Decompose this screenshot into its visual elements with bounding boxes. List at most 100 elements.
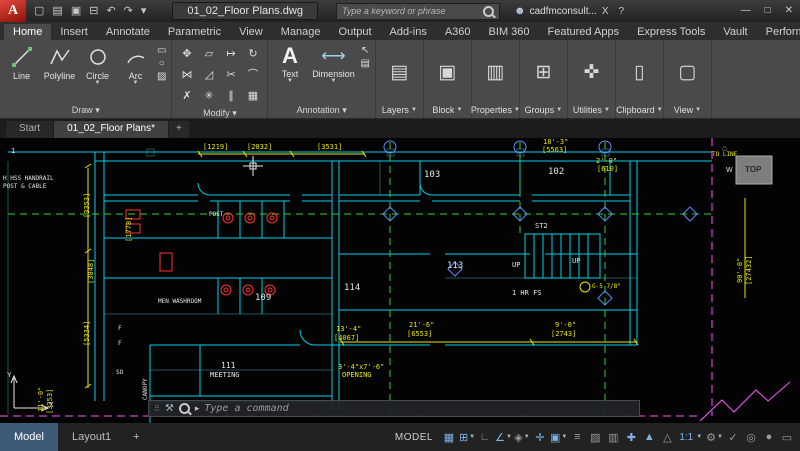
scale-button[interactable]: ◿: [198, 64, 219, 84]
chevron-down-icon[interactable]: ▼: [95, 81, 101, 86]
table-tool-icon[interactable]: ▤: [360, 59, 369, 69]
autoscale-icon[interactable]: △: [658, 427, 676, 447]
erase-button[interactable]: ✗: [176, 85, 197, 105]
ribbon-tab-vault[interactable]: Vault: [714, 24, 756, 40]
ribbon-tab-bim-360[interactable]: BIM 360: [480, 24, 539, 40]
minimize-button[interactable]: —: [734, 0, 758, 22]
rotate-button[interactable]: ↻: [242, 43, 263, 63]
file-tab-start[interactable]: Start: [6, 121, 53, 138]
ribbon-tab-view[interactable]: View: [230, 24, 272, 40]
chevron-down-icon[interactable]: ▼: [330, 79, 336, 84]
redo-icon[interactable]: ↷: [120, 0, 137, 22]
annotation-monitor-icon[interactable]: ✓: [724, 427, 742, 447]
ribbon-tab-add-ins[interactable]: Add-ins: [381, 24, 436, 40]
circle-button[interactable]: Circle ▼: [79, 42, 116, 105]
ribbon-tab-parametric[interactable]: Parametric: [159, 24, 230, 40]
line-button[interactable]: Line: [3, 42, 40, 105]
workspace-switching-icon[interactable]: ⚙▼: [705, 427, 724, 447]
layout-tab-model[interactable]: Model: [0, 423, 58, 451]
graphics-performance-icon[interactable]: ●: [760, 427, 778, 447]
clean-screen-icon[interactable]: ▭: [778, 427, 796, 447]
object-snap-icon[interactable]: ▣▼: [549, 427, 568, 447]
rectangle-tool-icon[interactable]: ▭: [157, 46, 166, 56]
ribbon-tab-output[interactable]: Output: [330, 24, 381, 40]
polar-tracking-icon[interactable]: ∠▼: [494, 427, 513, 447]
object-snap-tracking-icon[interactable]: ✛: [531, 427, 549, 447]
annotation-scale-button[interactable]: 1:1▼: [676, 432, 705, 443]
app-store-icon[interactable]: X: [597, 6, 614, 17]
fillet-button[interactable]: ⌒: [242, 64, 263, 84]
ribbon-tab-annotate[interactable]: Annotate: [97, 24, 159, 40]
clipboard-panel-button[interactable]: ▯Clipboard▼: [616, 40, 664, 118]
ribbon-tab-insert[interactable]: Insert: [51, 24, 97, 40]
ortho-icon[interactable]: ∟: [476, 427, 494, 447]
command-input[interactable]: Type a command: [204, 403, 288, 414]
customize-icon[interactable]: ⚒: [165, 403, 174, 414]
lineweight-icon[interactable]: ≡: [568, 427, 586, 447]
search-input[interactable]: Type a keyword or phrase: [336, 3, 500, 20]
viewcube-west-label[interactable]: W: [726, 167, 733, 174]
new-drawing-tab-button[interactable]: +: [169, 121, 189, 138]
offset-button[interactable]: ∥: [220, 85, 241, 105]
search-icon[interactable]: [483, 6, 494, 17]
stretch-button[interactable]: ↦: [220, 43, 241, 63]
ribbon-tab-manage[interactable]: Manage: [272, 24, 330, 40]
close-button[interactable]: ✕: [778, 0, 800, 22]
isometric-drafting-icon[interactable]: ◈▼: [513, 427, 531, 447]
open-file-icon[interactable]: ▤: [48, 0, 66, 22]
isolate-objects-icon[interactable]: ◎: [742, 427, 760, 447]
drag-handle-icon[interactable]: ⠿: [154, 404, 160, 413]
help-icon[interactable]: ?: [614, 6, 630, 17]
move-button[interactable]: ✥: [176, 43, 197, 63]
ellipse-tool-icon[interactable]: ○: [157, 59, 166, 69]
ribbon-tab-a360[interactable]: A360: [436, 24, 480, 40]
viewcube[interactable]: TOP: [745, 165, 761, 174]
drawing-canvas[interactable]: [1219][2032][3531]18'-3"[5563]2'-0"[610]…: [0, 138, 800, 423]
trim-button[interactable]: ✂: [220, 64, 241, 84]
app-menu-button[interactable]: A: [0, 0, 26, 22]
save-icon[interactable]: ▣: [67, 0, 85, 22]
properties-panel-button[interactable]: ▥Properties▼: [472, 40, 520, 118]
draw-panel-label[interactable]: Draw ▾: [0, 105, 171, 118]
maximize-button[interactable]: □: [758, 0, 778, 22]
command-line[interactable]: ⠿ ⚒ ▸ Type a command: [148, 400, 640, 417]
ribbon-tab-featured-apps[interactable]: Featured Apps: [539, 24, 629, 40]
layers-panel-button[interactable]: ▤Layers▼: [376, 40, 424, 118]
undo-icon[interactable]: ↶: [102, 0, 119, 22]
dynamic-input-icon[interactable]: ✚: [622, 427, 640, 447]
viewcube-home-icon[interactable]: ⌂: [722, 143, 727, 153]
dimension-button[interactable]: ⟷ Dimension ▼: [309, 42, 357, 105]
snap-icon[interactable]: ⊞▼: [458, 427, 476, 447]
selection-cycling-icon[interactable]: ▥: [604, 427, 622, 447]
block-panel-button[interactable]: ▣Block▼: [424, 40, 472, 118]
qat-menu-icon[interactable]: ▾: [137, 0, 151, 22]
polyline-button[interactable]: Polyline: [41, 42, 78, 105]
chevron-down-icon[interactable]: ▼: [287, 79, 293, 84]
signin-button[interactable]: ☻ cadfmconsult...: [514, 5, 597, 17]
leader-tool-icon[interactable]: ↖: [360, 46, 369, 56]
ribbon-tab-express-tools[interactable]: Express Tools: [628, 24, 714, 40]
new-layout-button[interactable]: +: [125, 423, 147, 451]
groups-panel-button[interactable]: ⊞Groups▼: [520, 40, 568, 118]
new-file-icon[interactable]: ▢: [30, 0, 48, 22]
mirror-button[interactable]: ⋈: [176, 64, 197, 84]
arc-button[interactable]: Arc ▼: [117, 42, 154, 105]
explode-button[interactable]: ✳: [198, 85, 219, 105]
copy-button[interactable]: ▱: [198, 43, 219, 63]
ribbon-tab-home[interactable]: Home: [4, 24, 51, 40]
hatch-tool-icon[interactable]: ▨: [157, 72, 166, 82]
annotation-visibility-icon[interactable]: ▲: [640, 427, 658, 447]
transparency-icon[interactable]: ▨: [586, 427, 604, 447]
text-button[interactable]: A Text ▼: [271, 42, 308, 105]
ribbon-tab-performance[interactable]: Performance: [757, 24, 800, 40]
chevron-down-icon[interactable]: ▼: [133, 81, 139, 86]
array-button[interactable]: ▦: [242, 85, 263, 105]
view-panel-button[interactable]: ▢View▼: [664, 40, 712, 118]
annotation-panel-label[interactable]: Annotation ▾: [268, 105, 374, 118]
utilities-panel-button[interactable]: ✜Utilities▼: [568, 40, 616, 118]
modify-panel-label[interactable]: Modify ▾: [172, 108, 267, 119]
file-tab-01-02-floor-plans[interactable]: 01_02_Floor Plans*: [54, 121, 168, 138]
space-label[interactable]: MODEL: [395, 432, 433, 443]
grid-icon[interactable]: ▦: [440, 427, 458, 447]
layout-tab-layout1[interactable]: Layout1: [58, 423, 125, 451]
